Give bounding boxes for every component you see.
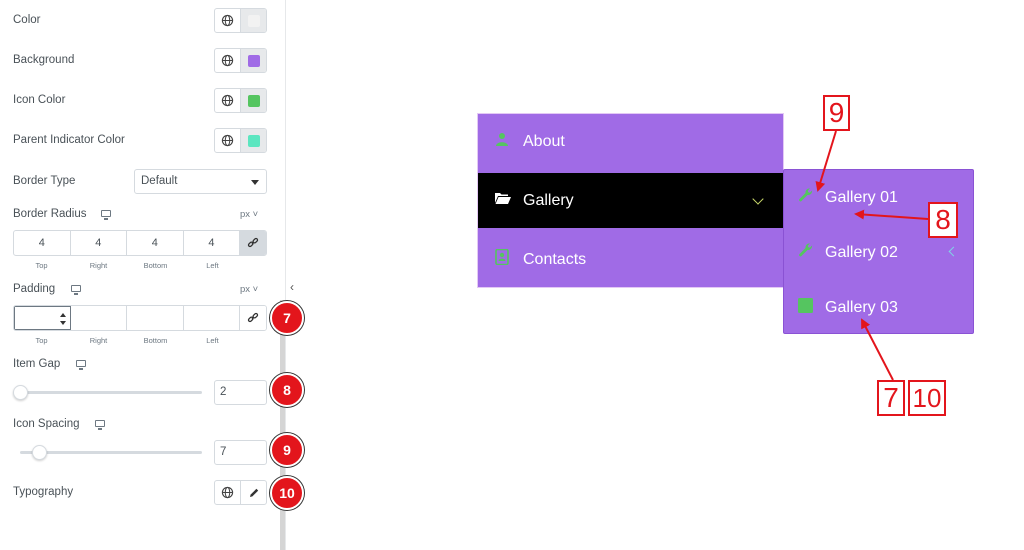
- icon-color-control[interactable]: [214, 88, 267, 113]
- item-gap-slider-handle[interactable]: [13, 385, 28, 400]
- border-radius-left-input[interactable]: 4: [184, 231, 241, 255]
- background-swatch-button[interactable]: [240, 49, 266, 72]
- border-type-select[interactable]: Default: [134, 169, 267, 194]
- icon-color-swatch: [247, 94, 260, 107]
- border-radius-inputs: 4 4 4 4: [13, 230, 267, 256]
- padding-inputs: [13, 305, 267, 331]
- pencil-icon[interactable]: [240, 481, 266, 504]
- nav-menu-preview: About Gallery Contacts: [477, 113, 784, 288]
- border-radius-dimension-labels: Top Right Bottom Left: [35, 261, 219, 270]
- annotation-box-7: 7: [877, 380, 905, 416]
- gallery-submenu: Gallery 01 Gallery 02 Gallery 03: [783, 169, 974, 334]
- border-type-value: Default: [141, 175, 178, 187]
- padding-left-input[interactable]: [184, 306, 241, 330]
- color-swatch: [247, 14, 260, 27]
- icon-color-label: Icon Color: [13, 94, 66, 106]
- border-radius-label: Border Radius: [13, 208, 87, 220]
- parent-indicator-control[interactable]: [214, 128, 267, 153]
- step-badge-10: 10: [270, 476, 304, 510]
- desktop-icon[interactable]: [76, 360, 86, 370]
- item-gap-slider[interactable]: [20, 391, 202, 394]
- padding-bottom-input[interactable]: [127, 306, 184, 330]
- menu-item-label: Contacts: [523, 250, 587, 268]
- padding-dimension-labels: Top Right Bottom Left: [35, 336, 219, 345]
- menu-item-about[interactable]: About: [478, 114, 783, 169]
- parent-indicator-swatch-button[interactable]: [240, 129, 266, 152]
- annotation-box-8: 8: [928, 202, 958, 238]
- padding-right-input[interactable]: [71, 306, 128, 330]
- submenu-item-label: Gallery 02: [825, 243, 898, 261]
- step-badge-8: 8: [270, 373, 304, 407]
- annotation-box-10: 10: [908, 380, 946, 416]
- globe-icon[interactable]: [215, 129, 240, 152]
- desktop-icon[interactable]: [101, 210, 111, 220]
- chevron-down-icon: [752, 193, 764, 205]
- typography-label: Typography: [13, 486, 74, 498]
- caret-down-icon: [251, 180, 259, 185]
- chevron-left-icon: [948, 246, 959, 257]
- item-gap-input[interactable]: 2: [214, 380, 267, 405]
- border-radius-right-input[interactable]: 4: [71, 231, 128, 255]
- globe-icon[interactable]: [215, 481, 240, 504]
- typography-control[interactable]: [214, 480, 267, 505]
- border-radius-unit[interactable]: px ˅: [240, 209, 258, 220]
- desktop-icon[interactable]: [71, 285, 81, 295]
- folder-open-icon: [495, 192, 511, 210]
- globe-icon[interactable]: [215, 9, 240, 32]
- padding-unit[interactable]: px ˅: [240, 284, 258, 295]
- background-control[interactable]: [214, 48, 267, 73]
- collapse-panel-icon[interactable]: ‹: [286, 280, 298, 294]
- editor-panel: Color Background Icon Color Parent Indic…: [0, 0, 286, 550]
- submenu-item-label: Gallery 01: [825, 188, 898, 206]
- border-radius-bottom-input[interactable]: 4: [127, 231, 184, 255]
- address-book-icon: [495, 248, 509, 270]
- parent-indicator-swatch: [247, 134, 260, 147]
- menu-item-label: About: [523, 132, 565, 150]
- icon-spacing-input[interactable]: 7: [214, 440, 267, 465]
- globe-icon[interactable]: [215, 49, 240, 72]
- color-label: Color: [13, 14, 41, 26]
- desktop-icon[interactable]: [95, 420, 105, 430]
- icon-spacing-slider-handle[interactable]: [32, 445, 47, 460]
- globe-icon[interactable]: [215, 89, 240, 112]
- icon-spacing-label: Icon Spacing: [13, 418, 80, 430]
- menu-item-label: Gallery: [523, 191, 574, 209]
- parent-indicator-label: Parent Indicator Color: [13, 134, 125, 146]
- panel-scrollbar[interactable]: [280, 300, 285, 550]
- wrench-icon: [798, 242, 814, 263]
- square-icon: [798, 297, 813, 318]
- background-label: Background: [13, 54, 75, 66]
- user-icon: [495, 132, 509, 151]
- spinner-icon[interactable]: [59, 313, 66, 325]
- step-badge-9: 9: [270, 433, 304, 467]
- color-control[interactable]: [214, 8, 267, 33]
- icon-color-swatch-button[interactable]: [240, 89, 266, 112]
- item-gap-label: Item Gap: [13, 358, 61, 370]
- border-type-label: Border Type: [13, 175, 76, 187]
- step-badge-7: 7: [270, 301, 304, 335]
- menu-item-contacts[interactable]: Contacts: [478, 232, 783, 287]
- background-swatch: [247, 54, 260, 67]
- border-radius-top-input[interactable]: 4: [14, 231, 71, 255]
- menu-item-gallery[interactable]: Gallery: [478, 173, 783, 228]
- link-icon[interactable]: [240, 306, 266, 330]
- wrench-icon: [798, 187, 814, 208]
- submenu-item-label: Gallery 03: [825, 298, 898, 316]
- annotation-box-9: 9: [823, 95, 850, 131]
- padding-top-input[interactable]: [14, 306, 71, 330]
- icon-spacing-slider[interactable]: [20, 451, 202, 454]
- link-icon[interactable]: [240, 231, 266, 255]
- color-swatch-button[interactable]: [240, 9, 266, 32]
- padding-label: Padding: [13, 283, 56, 295]
- submenu-item-gallery-03[interactable]: Gallery 03: [784, 280, 973, 335]
